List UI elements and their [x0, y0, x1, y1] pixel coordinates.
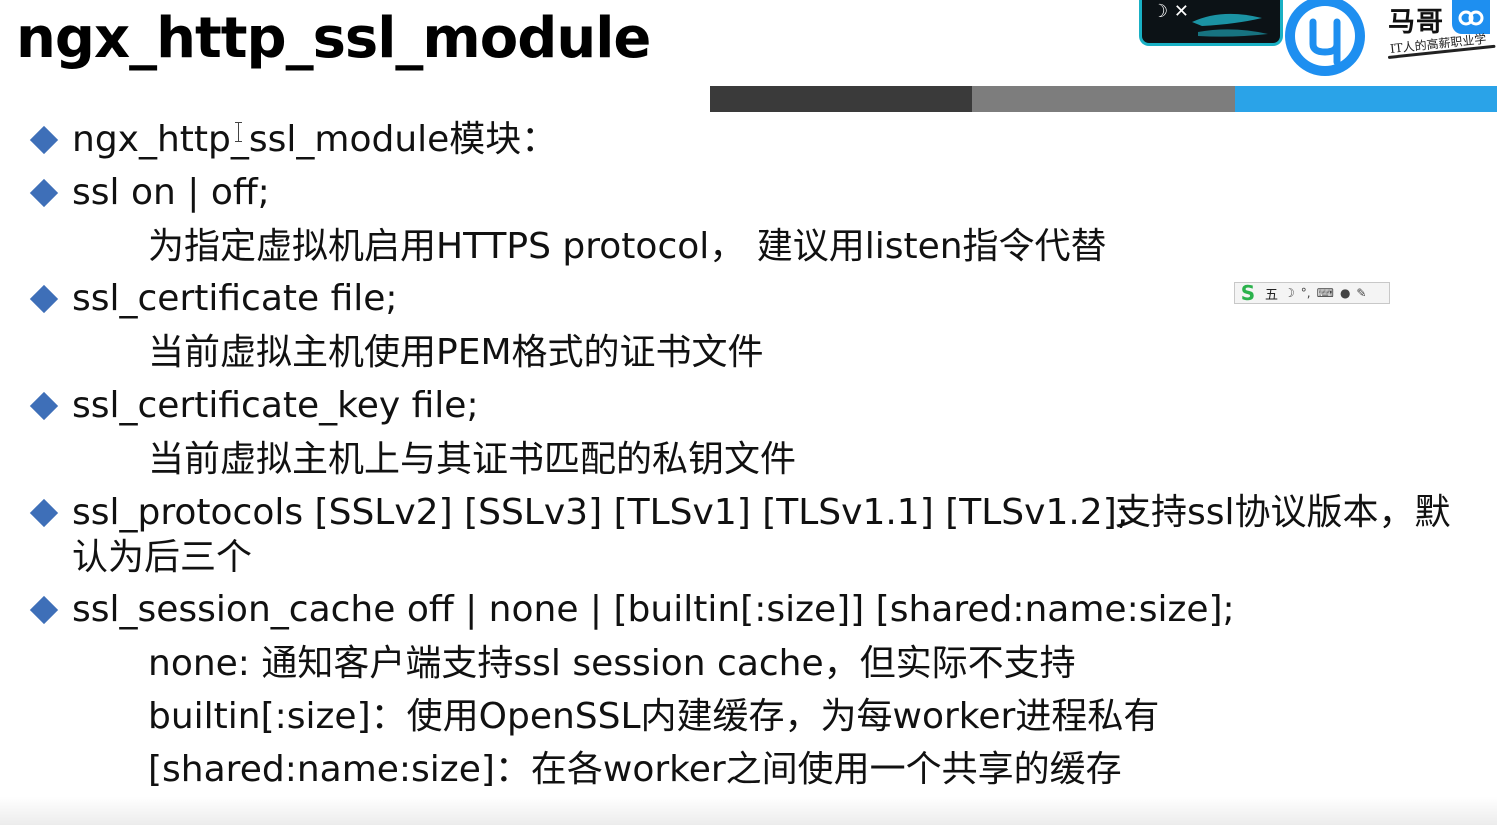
list-subitem: 当前虚拟主机上与其证书匹配的私钥文件	[148, 439, 797, 480]
bullet-icon	[29, 498, 59, 528]
user-icon[interactable]: ●	[1340, 283, 1350, 303]
brand-logo-icon	[1285, 0, 1365, 76]
accent-segment-gray	[972, 86, 1235, 112]
moon-icon[interactable]: ☽	[1284, 283, 1295, 303]
bullet-icon	[29, 391, 59, 421]
list-subitem: none: 通知客户端支持ssl session cache，但实际不支持	[148, 643, 1076, 684]
wrench-icon[interactable]: ✎	[1356, 283, 1366, 303]
keyboard-icon[interactable]: ⌨	[1317, 283, 1334, 303]
list-item: ssl_protocols [SSLv2] [SSLv3] [TLSv1] [T…	[72, 492, 1129, 533]
list-item: ssl_session_cache off | none | [builtin[…	[72, 589, 1235, 630]
list-item-note: 支持ssl协议版本，默	[1115, 492, 1451, 533]
accent-bar	[710, 86, 1497, 112]
list-item: ssl_certificate_key file;	[72, 385, 479, 426]
list-subitem: 当前虚拟主机使用PEM格式的证书文件	[148, 332, 764, 373]
accent-segment-dark	[710, 86, 973, 112]
bullet-icon	[29, 284, 59, 314]
sogou-logo-icon[interactable]: S	[1237, 283, 1259, 303]
bullet-icon	[29, 125, 59, 155]
list-subitem: [shared:name:size]：在各worker之间使用一个共享的缓存	[148, 749, 1122, 790]
punctuation-icon[interactable]: °,	[1301, 283, 1311, 303]
video-thumbnail[interactable]: ☽ ✕	[1139, 0, 1283, 46]
list-item: ssl on | off;	[72, 172, 270, 213]
bullet-icon	[29, 595, 59, 625]
text-cursor-icon	[235, 122, 242, 142]
list-subitem: 为指定虚拟机启用HTTPS protocol， 建议用listen指令代替	[148, 226, 1107, 267]
page-bottom-fade	[0, 797, 1497, 825]
slide-title: ngx_http_ssl_module	[16, 6, 651, 71]
list-item: ngx_http_ssl_module模块：	[72, 119, 558, 160]
brand-name: 马哥	[1388, 7, 1444, 38]
list-subitem: builtin[:size]：使用OpenSSL内建缓存，为每worker进程私…	[148, 696, 1160, 737]
accent-segment-blue	[1234, 86, 1497, 112]
link-icon	[1458, 10, 1484, 26]
list-item: ssl_certificate file;	[72, 278, 398, 319]
list-item-continuation: 认为后三个	[72, 537, 253, 578]
video-thumbnail-art	[1192, 13, 1268, 37]
ime-toolbar[interactable]: S 五 ☽ °, ⌨ ● ✎	[1234, 282, 1390, 304]
brand-badge-icon	[1452, 0, 1490, 34]
bullet-icon	[29, 178, 59, 208]
ime-mode-label[interactable]: 五	[1265, 284, 1278, 303]
